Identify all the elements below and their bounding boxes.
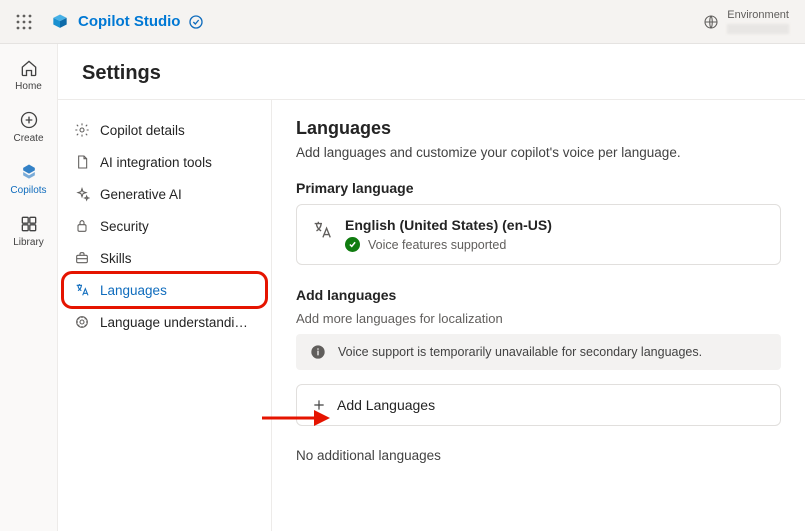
document-icon <box>74 154 90 170</box>
primary-language-name: English (United States) (en-US) <box>345 217 766 233</box>
info-banner: Voice support is temporarily unavailable… <box>296 334 781 370</box>
rail-label: Create <box>13 133 43 144</box>
add-languages-section-label: Add languages <box>296 287 781 303</box>
language-icon <box>311 219 333 241</box>
rail-item-library[interactable]: Library <box>3 208 55 254</box>
empty-state-text: No additional languages <box>296 448 781 463</box>
product-name: Copilot Studio <box>78 13 180 30</box>
primary-language-card: English (United States) (en-US) Voice fe… <box>296 204 781 265</box>
waffle-icon <box>16 14 32 30</box>
environment-picker[interactable]: Environment <box>703 9 795 34</box>
content-heading: Languages <box>296 118 781 139</box>
copilot-logo-icon <box>50 12 70 32</box>
check-circle-icon <box>345 237 360 252</box>
rail-item-copilots[interactable]: Copilots <box>3 156 55 202</box>
rail-item-home[interactable]: Home <box>3 52 55 98</box>
sidebar-item-label: Copilot details <box>100 123 185 138</box>
sidebar-item-security[interactable]: Security <box>64 210 265 242</box>
settings-sidebar: Copilot details AI integration tools Gen… <box>58 100 272 531</box>
environment-name-redacted <box>727 24 789 34</box>
briefcase-icon <box>74 250 90 266</box>
brain-icon <box>74 314 90 330</box>
library-icon <box>19 214 39 234</box>
verified-badge-icon <box>188 14 204 30</box>
rail-label: Copilots <box>10 185 46 196</box>
gear-icon <box>74 122 90 138</box>
sidebar-item-label: Skills <box>100 251 132 266</box>
primary-language-section-label: Primary language <box>296 180 781 196</box>
voice-support-text: Voice features supported <box>368 238 506 252</box>
sidebar-item-label: Generative AI <box>100 187 182 202</box>
sidebar-item-label: Language understandi… <box>100 315 248 330</box>
home-icon <box>19 58 39 78</box>
topbar: Copilot Studio Environment <box>0 0 805 44</box>
rail-label: Library <box>13 237 44 248</box>
plus-circle-icon <box>19 110 39 130</box>
sidebar-item-label: AI integration tools <box>100 155 212 170</box>
plus-icon <box>311 397 327 413</box>
add-languages-section-help: Add more languages for localization <box>296 311 781 326</box>
info-banner-text: Voice support is temporarily unavailable… <box>338 345 702 359</box>
settings-content: Languages Add languages and customize yo… <box>272 100 805 531</box>
sparkle-icon <box>74 186 90 202</box>
sidebar-item-ai-integration-tools[interactable]: AI integration tools <box>64 146 265 178</box>
sidebar-item-generative-ai[interactable]: Generative AI <box>64 178 265 210</box>
product-brand[interactable]: Copilot Studio <box>50 12 204 32</box>
content-subheading: Add languages and customize your copilot… <box>296 145 781 160</box>
sidebar-item-language-understanding[interactable]: Language understandi… <box>64 306 265 338</box>
add-languages-button[interactable]: Add Languages <box>296 384 781 426</box>
sidebar-item-label: Languages <box>100 283 167 298</box>
app-launcher-button[interactable] <box>10 8 38 36</box>
left-rail: Home Create Copilots Library <box>0 44 58 531</box>
sidebar-item-details[interactable]: Copilot details <box>64 114 265 146</box>
sidebar-item-skills[interactable]: Skills <box>64 242 265 274</box>
globe-icon <box>703 14 719 30</box>
environment-label: Environment <box>727 9 789 22</box>
rail-item-create[interactable]: Create <box>3 104 55 150</box>
page-title: Settings <box>58 44 805 99</box>
sidebar-item-languages[interactable]: Languages <box>64 274 265 306</box>
copilot-icon <box>19 162 39 182</box>
translate-icon <box>74 282 90 298</box>
info-icon <box>310 344 326 360</box>
lock-icon <box>74 218 90 234</box>
rail-label: Home <box>15 81 42 92</box>
sidebar-item-label: Security <box>100 219 149 234</box>
add-languages-button-label: Add Languages <box>337 397 435 413</box>
